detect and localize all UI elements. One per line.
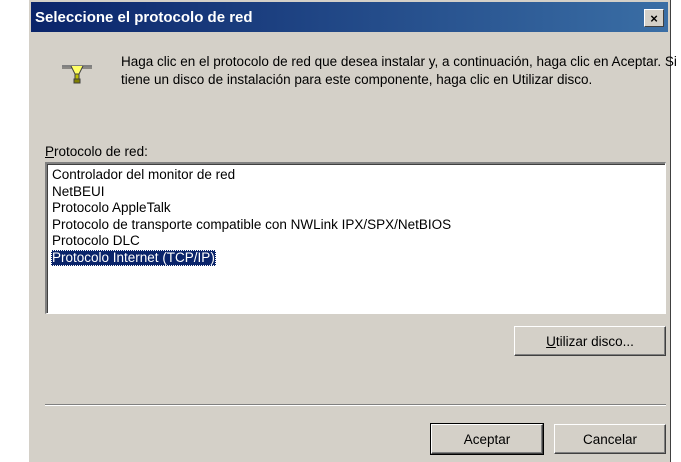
protocol-listbox[interactable]: Controlador del monitor de red NetBEUI P… <box>45 162 666 314</box>
close-button[interactable]: × <box>644 9 664 27</box>
label-accelerator: P <box>45 144 55 159</box>
have-disk-button[interactable]: Utilizar disco... <box>514 326 666 356</box>
separator <box>45 404 666 406</box>
instructions-text: Haga clic en el protocolo de red que des… <box>121 54 677 87</box>
list-item[interactable]: Controlador del monitor de red <box>51 167 236 184</box>
list-item[interactable]: Protocolo AppleTalk <box>51 200 172 217</box>
title-bar[interactable]: Seleccione el protocolo de red × <box>31 2 668 32</box>
ok-button[interactable]: Aceptar <box>430 423 544 455</box>
dialog-window: Seleccione el protocolo de red × Haga cl… <box>28 0 677 462</box>
list-item[interactable]: NetBEUI <box>51 184 106 201</box>
disk-accelerator: U <box>546 333 556 349</box>
network-protocol-icon <box>62 65 92 84</box>
list-item[interactable]: Protocolo DLC <box>51 233 141 250</box>
label-text: rotocolo de red: <box>54 144 148 159</box>
protocol-list-label: Protocolo de red: <box>45 144 148 159</box>
close-icon: × <box>650 10 658 26</box>
dialog-title: Seleccione el protocolo de red <box>35 8 253 26</box>
cancel-button[interactable]: Cancelar <box>554 424 666 454</box>
list-item-selected[interactable]: Protocolo Internet (TCP/IP) <box>51 249 216 266</box>
list-item[interactable]: Protocolo de transporte compatible con N… <box>51 217 452 234</box>
disk-label: tilizar disco... <box>555 333 634 349</box>
